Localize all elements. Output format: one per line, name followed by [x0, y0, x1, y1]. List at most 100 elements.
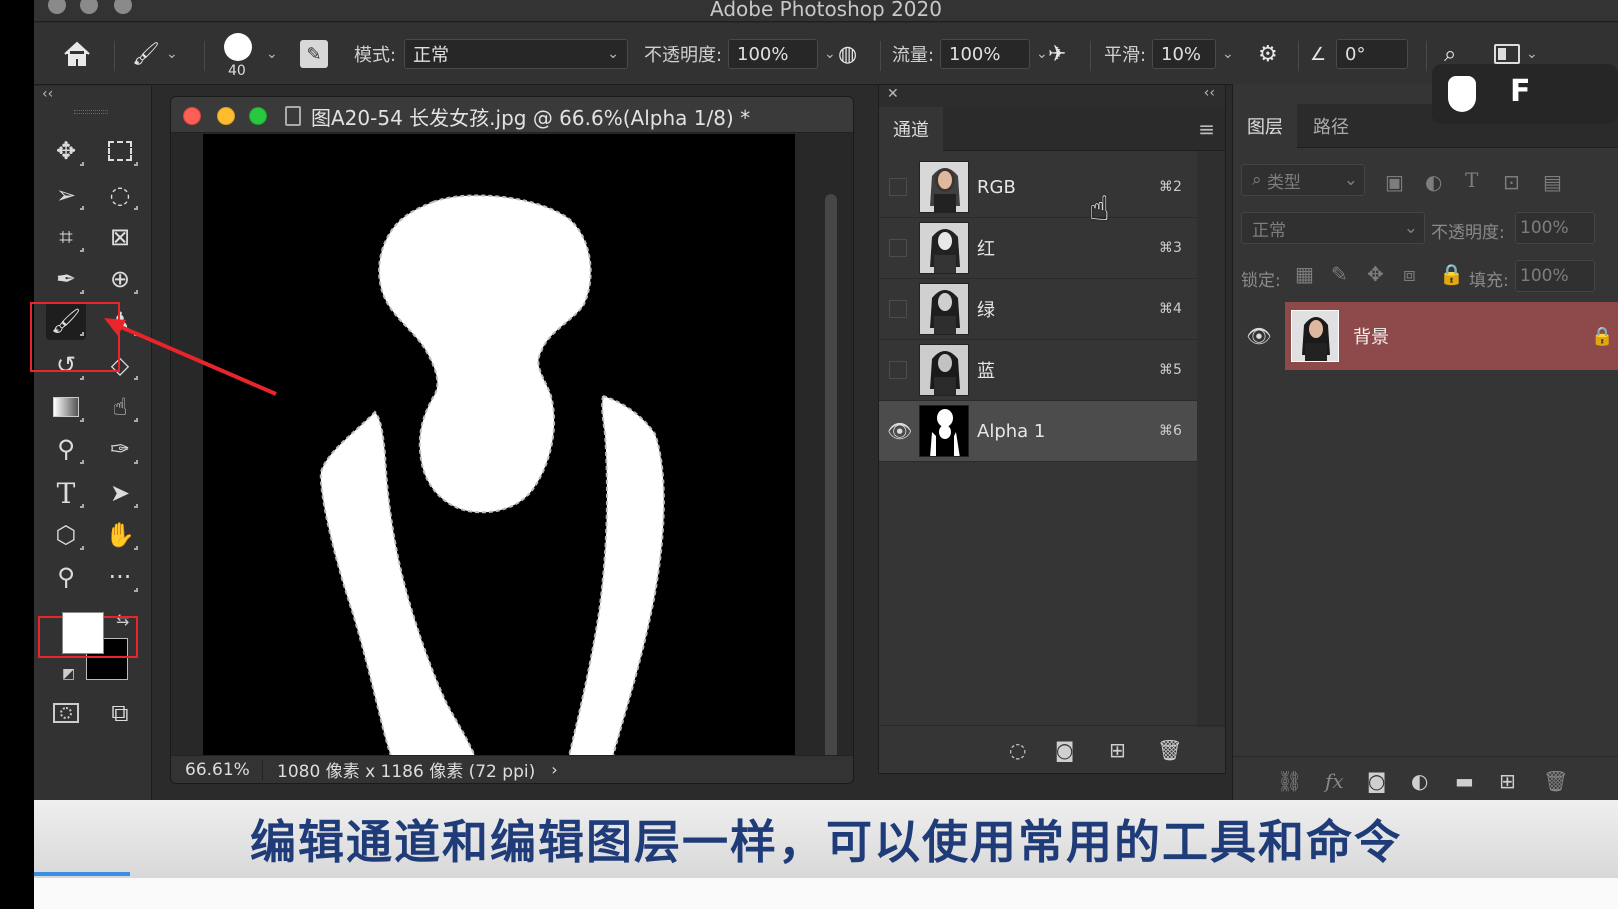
channel-row-blue[interactable]: 蓝 ⌘5 — [879, 340, 1197, 401]
brush-size-preview[interactable] — [224, 33, 252, 61]
eye-icon[interactable]: 👁 — [1233, 302, 1285, 370]
link-icon[interactable]: ⛓ — [1277, 769, 1302, 793]
lock-artboard-icon[interactable]: ⧈ — [1403, 262, 1416, 286]
chevron-down-icon[interactable]: ⌄ — [824, 46, 836, 62]
shape-filter-icon[interactable]: ⊡ — [1503, 170, 1520, 194]
shape-tool-icon[interactable]: ⬡ — [46, 516, 86, 554]
layer-opacity-label: 不透明度: — [1431, 223, 1505, 243]
path-selection-tool-icon[interactable]: ➤ — [100, 474, 140, 512]
eyedropper-tool-icon[interactable]: ✒ — [46, 260, 86, 298]
chevron-down-icon[interactable]: ⌄ — [266, 46, 278, 62]
lock-pixels-icon[interactable]: ✎ — [1331, 262, 1348, 286]
document-close-button[interactable] — [183, 107, 201, 125]
document-zoom-button[interactable] — [249, 107, 267, 125]
marquee-tool-icon[interactable] — [100, 132, 140, 170]
dodge-tool-icon[interactable]: ⚲ — [46, 430, 86, 468]
save-selection-icon[interactable]: ◙ — [1055, 738, 1074, 762]
new-layer-icon[interactable]: ⊞ — [1499, 769, 1516, 793]
channel-row-red[interactable]: 红 ⌘3 — [879, 218, 1197, 279]
hand-tool-icon[interactable]: ✋ — [100, 516, 140, 554]
gear-icon[interactable]: ⚙ — [1258, 35, 1278, 73]
opacity-input[interactable]: 100% — [728, 39, 818, 69]
mode-select[interactable]: 正常 ⌄ — [404, 39, 628, 69]
angle-input[interactable]: 0° — [1336, 39, 1408, 69]
adjustment-filter-icon[interactable]: ◐ — [1425, 170, 1442, 194]
visibility-toggle[interactable] — [889, 239, 907, 257]
type-tool-icon[interactable]: T — [46, 474, 86, 512]
new-channel-icon[interactable]: ⊞ — [1109, 738, 1126, 762]
visibility-toggle[interactable] — [889, 361, 907, 379]
fx-icon[interactable]: fx — [1325, 769, 1344, 793]
blend-mode-select[interactable]: 正常 ⌄ — [1241, 212, 1425, 244]
screen-mode-icon[interactable]: ⧉ — [100, 694, 140, 732]
fill-label: 填充: — [1469, 271, 1509, 291]
chevron-right-icon[interactable]: › — [551, 760, 557, 779]
layer-name: 背景 — [1353, 327, 1389, 348]
collapse-icon[interactable]: ‹‹ — [42, 86, 53, 102]
folder-icon[interactable]: ▬ — [1455, 769, 1474, 793]
document-minimize-button[interactable] — [217, 107, 235, 125]
layer-opacity-input[interactable]: 100% — [1515, 212, 1595, 244]
zoom-level[interactable]: 66.61% — [171, 759, 263, 780]
channel-shortcut: ⌘4 — [1159, 301, 1182, 317]
channel-thumbnail — [919, 344, 969, 396]
fill-input[interactable]: 100% — [1515, 260, 1595, 292]
trash-icon[interactable]: 🗑 — [1157, 738, 1182, 762]
pen-tool-icon[interactable]: ✑ — [100, 430, 140, 468]
tab-channels[interactable]: 通道 — [879, 107, 943, 151]
quick-select-tool-icon[interactable]: ◌ — [100, 176, 140, 214]
document-window: 图A20-54 长发女孩.jpg @ 66.6%(Alpha 1/8) * 66… — [170, 96, 854, 784]
move-tool-icon[interactable]: ✥ — [46, 132, 86, 170]
type-filter-icon[interactable]: T — [1465, 168, 1478, 192]
chevron-down-icon[interactable]: ⌄ — [1036, 46, 1048, 62]
alpha-channel-canvas[interactable] — [203, 134, 795, 756]
image-filter-icon[interactable]: ▣ — [1385, 170, 1404, 194]
airbrush-icon[interactable]: ✈ — [1048, 35, 1066, 73]
foreground-color-swatch[interactable] — [62, 612, 104, 654]
visibility-toggle[interactable] — [889, 300, 907, 318]
visibility-toggle[interactable] — [889, 178, 907, 196]
layer-row-background[interactable]: 背景 🔒 — [1285, 302, 1618, 370]
close-icon[interactable]: ✕ — [887, 86, 899, 102]
spot-healing-tool-icon[interactable]: ⊕ — [100, 260, 140, 298]
channel-row-rgb[interactable]: RGB ⌘2 — [879, 157, 1197, 218]
lock-all-icon[interactable]: 🔒 — [1439, 262, 1464, 286]
collapse-icon[interactable]: ‹‹ — [1204, 85, 1215, 101]
brush-preset-icon[interactable]: 🖌 ⌄ — [132, 35, 178, 73]
lasso-tool-icon[interactable]: ➢ — [46, 176, 86, 214]
vertical-scrollbar[interactable] — [825, 194, 837, 783]
frame-tool-icon[interactable]: ⊠ — [100, 218, 140, 256]
tab-paths[interactable]: 路径 — [1299, 104, 1363, 148]
tab-layers[interactable]: 图层 — [1233, 104, 1297, 148]
default-colors-icon[interactable]: ◩ — [62, 666, 75, 682]
more-tools-icon[interactable]: ··· — [100, 558, 140, 596]
flow-input[interactable]: 100% — [940, 39, 1030, 69]
home-icon[interactable] — [62, 35, 92, 73]
panel-grip[interactable] — [74, 110, 108, 114]
channels-scroll-track[interactable] — [1197, 151, 1225, 727]
canvas-area[interactable] — [171, 134, 841, 783]
gradient-tool-icon[interactable] — [46, 388, 86, 426]
document-tab[interactable]: 图A20-54 长发女孩.jpg @ 66.6%(Alpha 1/8) * — [171, 97, 853, 133]
crop-tool-icon[interactable]: ⌗ — [46, 218, 86, 256]
eye-icon[interactable]: 👁 — [887, 419, 912, 443]
lock-transparency-icon[interactable]: ▦ — [1295, 262, 1314, 286]
zoom-tool-icon[interactable]: ⚲ — [46, 558, 86, 596]
channel-thumbnail — [919, 161, 969, 213]
flow-label: 流量: — [892, 45, 935, 66]
trash-icon[interactable]: 🗑 — [1543, 769, 1568, 793]
channel-row-alpha-1[interactable]: 👁 Alpha 1 ⌘6 — [879, 401, 1197, 462]
panel-menu-icon[interactable]: ≡ — [1198, 117, 1215, 141]
adjustment-layer-icon[interactable]: ◐ — [1411, 769, 1428, 793]
add-mask-icon[interactable]: ◙ — [1367, 769, 1386, 793]
lock-position-icon[interactable]: ✥ — [1367, 262, 1384, 286]
smoothing-input[interactable]: 10% — [1152, 39, 1216, 69]
brush-settings-icon[interactable]: ✎ — [300, 35, 328, 73]
smart-object-filter-icon[interactable]: ▤ — [1543, 170, 1562, 194]
quick-mask-icon[interactable] — [46, 694, 86, 732]
chevron-down-icon[interactable]: ⌄ — [1222, 46, 1234, 62]
layer-filter-select[interactable]: ⌕ 类型 ⌄ — [1241, 164, 1365, 196]
load-selection-icon[interactable]: ◌ — [1009, 738, 1026, 762]
channel-row-green[interactable]: 绿 ⌘4 — [879, 279, 1197, 340]
pressure-opacity-icon[interactable]: ◍ — [838, 35, 857, 73]
